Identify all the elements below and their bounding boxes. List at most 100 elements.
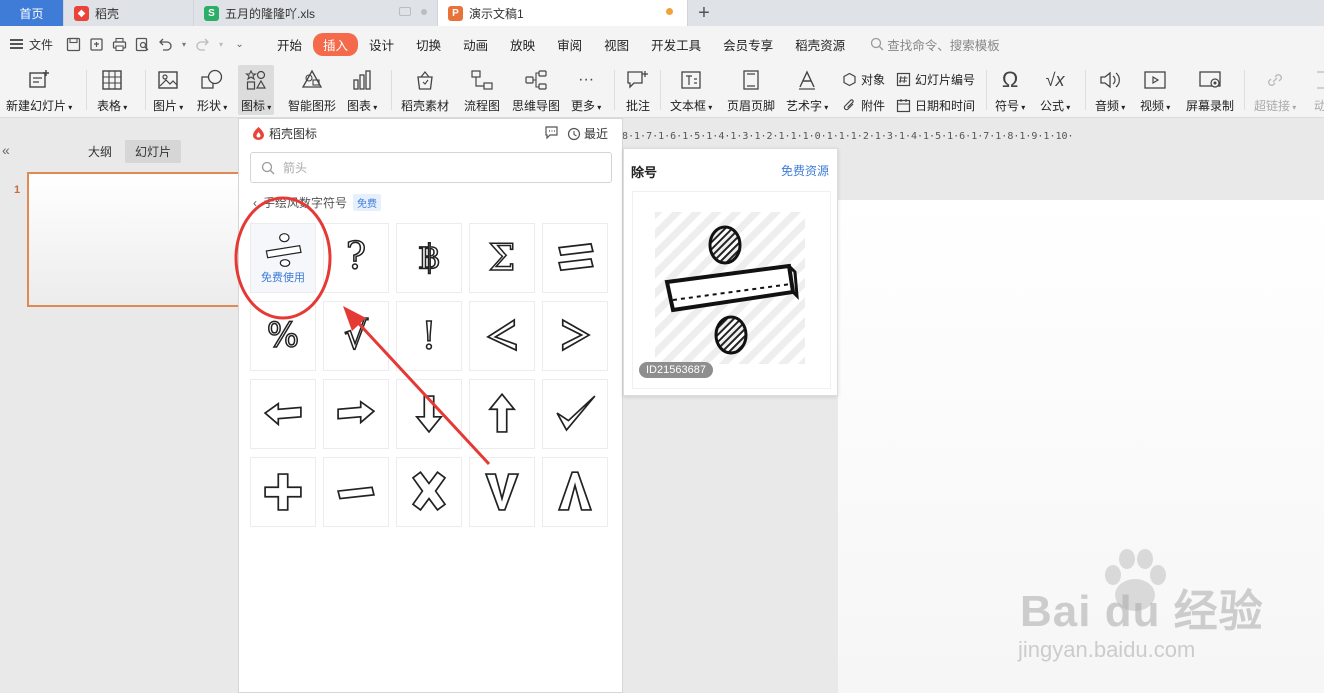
slide-thumbnail[interactable]	[27, 172, 242, 307]
date-time-button[interactable]: 日期和时间	[896, 97, 975, 114]
menu-item[interactable]: 放映	[499, 35, 546, 54]
icon-grid-item[interactable]	[250, 379, 316, 449]
menu-item[interactable]: 稻壳资源	[784, 35, 856, 54]
tab-label: 首页	[19, 6, 44, 21]
icon-grid-item[interactable]: √	[323, 301, 389, 371]
daoke-material-button[interactable]: 稻壳素材	[401, 68, 449, 114]
icon-grid-item[interactable]: %	[250, 301, 316, 371]
window-icon[interactable]	[399, 7, 411, 16]
symbol-button[interactable]: Ω 符号 ▾	[995, 67, 1025, 114]
icon-grid-item[interactable]	[323, 379, 389, 449]
textbox-button[interactable]: 文本框 ▾	[670, 68, 712, 114]
menu-item[interactable]: 切换	[405, 35, 452, 54]
smart-graphic-button[interactable]: 智能图形	[288, 68, 336, 114]
audio-button[interactable]: 音频 ▾	[1095, 68, 1125, 114]
header-footer-button[interactable]: 页眉页脚	[727, 68, 775, 114]
object-button[interactable]: 对象	[842, 71, 885, 88]
material-icon	[413, 68, 437, 92]
tab-presentation[interactable]: P 演示文稿1	[438, 0, 688, 26]
icon-grid-item[interactable]	[396, 457, 462, 527]
recent-button[interactable]: 最近	[567, 125, 608, 142]
icon-grid-item[interactable]	[542, 379, 608, 449]
menu-item[interactable]: 审阅	[546, 35, 593, 54]
save-icon[interactable]	[65, 36, 82, 53]
icon-button[interactable]: 图标 ▾	[238, 65, 275, 115]
icon-search-box[interactable]	[250, 152, 612, 183]
icon-grid-item[interactable]	[469, 457, 535, 527]
tab-daoke[interactable]: ◆ 稻壳	[64, 0, 194, 26]
attachment-button[interactable]: 附件	[842, 97, 885, 114]
hyperlink-label: 超链接	[1254, 99, 1291, 113]
icon-grid-item[interactable]	[469, 379, 535, 449]
add-tab-button[interactable]: +	[688, 0, 720, 26]
icon-grid-item[interactable]: 免费使用	[250, 223, 316, 293]
back-chevron-icon[interactable]: ‹	[253, 196, 257, 210]
tab-slides[interactable]: 幻灯片	[125, 140, 182, 163]
icon-grid-item[interactable]	[542, 457, 608, 527]
table-button[interactable]: 表格 ▾	[97, 68, 127, 114]
icon-grid-item[interactable]	[542, 301, 608, 371]
icon-library-icon	[244, 68, 268, 92]
screen-record-button[interactable]: 屏幕录制	[1186, 68, 1234, 114]
command-search-label: 查找命令、搜索模板	[887, 38, 1000, 53]
spreadsheet-icon: S	[204, 5, 219, 21]
svg-text:!: !	[421, 313, 436, 357]
breadcrumb[interactable]: ‹ 手绘风数字符号 免费	[253, 194, 382, 211]
icon-grid-item[interactable]: Σ	[469, 223, 535, 293]
free-resource-link[interactable]: 免费资源	[781, 162, 829, 179]
icon-grid-item[interactable]: ?	[323, 223, 389, 293]
menu-item[interactable]: 会员专享	[712, 35, 784, 54]
action-button[interactable]: 动	[1308, 68, 1324, 114]
free-use-label: 免费使用	[261, 272, 305, 284]
icon-grid-item[interactable]	[469, 301, 535, 371]
icon-grid-item[interactable]	[542, 223, 608, 293]
wordart-button[interactable]: 艺术字 ▾	[786, 68, 828, 114]
tab-spreadsheet[interactable]: S 五月的隆隆吖.xls	[194, 0, 438, 26]
percent-icon: %	[266, 315, 300, 357]
menu-item[interactable]: 视图	[593, 35, 640, 54]
svg-text:Σ: Σ	[489, 235, 516, 279]
icon-grid-item[interactable]	[323, 457, 389, 527]
flowchart-button[interactable]: 流程图	[464, 68, 500, 114]
new-slide-button[interactable]: 新建幻灯片 ▾	[6, 68, 72, 114]
undo-dropdown-icon[interactable]: ▾	[180, 36, 188, 53]
more-button[interactable]: ··· 更多 ▾	[571, 68, 601, 114]
feedback-icon[interactable]	[544, 125, 559, 142]
menu-item[interactable]: 插入	[313, 32, 359, 56]
menu-item[interactable]: 开始	[266, 35, 313, 54]
picture-button[interactable]: 图片 ▾	[153, 68, 183, 114]
print-icon[interactable]	[111, 36, 128, 53]
arrow-up-icon	[487, 392, 517, 433]
redo-dropdown-icon[interactable]: ▾	[217, 36, 225, 53]
menu-item[interactable]: 开发工具	[640, 35, 712, 54]
comment-button[interactable]: 批注	[626, 68, 650, 114]
command-search[interactable]: 查找命令、搜索模板	[870, 35, 1000, 54]
customize-dropdown-icon[interactable]: ⌄	[231, 36, 248, 53]
menu-item[interactable]: 动画	[452, 35, 499, 54]
hyperlink-button[interactable]: 超链接 ▾	[1254, 68, 1296, 114]
separator	[145, 70, 146, 110]
export-icon[interactable]	[88, 36, 105, 53]
slide-number-button[interactable]: 幻灯片编号	[896, 71, 975, 88]
mindmap-button[interactable]: 思维导图	[512, 68, 560, 114]
video-button[interactable]: 视频 ▾	[1140, 68, 1170, 114]
tab-outline[interactable]: 大纲	[78, 140, 122, 163]
icon-grid-item[interactable]: !	[396, 301, 462, 371]
icon-grid-item[interactable]	[250, 457, 316, 527]
icon-search-input[interactable]	[283, 160, 583, 175]
shape-button[interactable]: 形状 ▾	[197, 68, 227, 114]
undo-icon[interactable]	[157, 36, 174, 53]
chart-button[interactable]: 图表 ▾	[347, 68, 377, 114]
icon-grid-item[interactable]: ฿	[396, 223, 462, 293]
menu-item[interactable]: 设计	[358, 35, 405, 54]
textbox-icon	[679, 68, 703, 92]
separator	[391, 70, 392, 110]
print-preview-icon[interactable]	[134, 36, 151, 53]
new-slide-label: 新建幻灯片	[6, 99, 67, 113]
formula-button[interactable]: √x 公式 ▾	[1040, 68, 1070, 114]
icon-grid-item[interactable]	[396, 379, 462, 449]
tab-home[interactable]: 首页	[0, 0, 64, 26]
redo-icon[interactable]	[194, 36, 211, 53]
file-menu[interactable]: 文件	[10, 36, 53, 53]
picture-label: 图片	[153, 99, 178, 113]
